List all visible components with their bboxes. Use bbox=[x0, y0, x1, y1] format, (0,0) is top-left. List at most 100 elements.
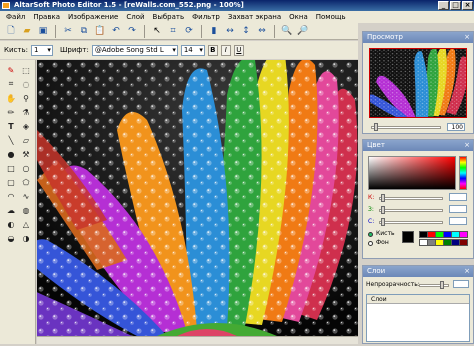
app-icon bbox=[2, 2, 10, 9]
close-button[interactable]: × bbox=[462, 1, 473, 10]
line-tool-icon[interactable]: ╲ bbox=[4, 134, 18, 146]
rounded-rect-tool-icon[interactable]: ▢ bbox=[4, 176, 18, 188]
toolbar-separator bbox=[274, 24, 275, 38]
preview-zoom-field[interactable]: 100 bbox=[447, 123, 465, 131]
opacity-slider-thumb[interactable] bbox=[440, 281, 444, 289]
menu-file[interactable]: Файл bbox=[6, 13, 25, 21]
menu-filter[interactable]: Фильтр bbox=[192, 13, 220, 21]
close-icon[interactable]: × bbox=[464, 32, 470, 43]
green-slider-thumb[interactable] bbox=[381, 206, 385, 214]
zoom-in-icon[interactable]: 🔍 bbox=[280, 24, 294, 38]
blue-slider-thumb[interactable] bbox=[381, 218, 385, 226]
sharpen-tool-icon[interactable]: △ bbox=[19, 218, 33, 230]
layers-title: Слои bbox=[367, 267, 386, 275]
underline-button[interactable]: U bbox=[233, 44, 244, 56]
rectangle-tool-icon[interactable]: □ bbox=[4, 162, 18, 174]
menu-edit[interactable]: Правка bbox=[33, 13, 60, 21]
pencil-tool-icon[interactable]: ✏ bbox=[4, 106, 18, 118]
menu-select[interactable]: Выбрать bbox=[153, 13, 185, 21]
copy-icon[interactable]: ⧉ bbox=[77, 24, 91, 38]
ellipse-tool-icon[interactable]: ○ bbox=[19, 162, 33, 174]
dodge-tool-icon[interactable]: ◐ bbox=[4, 218, 18, 230]
menu-screen-capture[interactable]: Захват экрана bbox=[228, 13, 281, 21]
paste-icon[interactable]: 📋 bbox=[93, 24, 107, 38]
green-label: З: bbox=[368, 206, 374, 213]
opacity-slider[interactable] bbox=[419, 281, 449, 289]
stamp-tool-icon[interactable]: ⚒ bbox=[19, 148, 33, 160]
brush-radio-label: Кисть bbox=[376, 230, 395, 237]
replace-color-tool-icon[interactable]: ◑ bbox=[19, 232, 33, 244]
open-folder-icon[interactable]: ▰ bbox=[20, 24, 34, 38]
background-radio[interactable] bbox=[368, 241, 373, 246]
crop-icon[interactable]: ⌗ bbox=[166, 24, 180, 38]
close-icon[interactable]: × bbox=[464, 266, 470, 277]
close-icon[interactable]: × bbox=[464, 140, 470, 151]
blue-slider[interactable] bbox=[379, 218, 443, 226]
brush-size-select[interactable]: 1 bbox=[30, 44, 53, 56]
undo-icon[interactable]: ↶ bbox=[109, 24, 123, 38]
save-icon[interactable]: ▣ bbox=[36, 24, 50, 38]
new-file-icon[interactable]: 🗋 bbox=[4, 24, 18, 38]
current-color-swatch[interactable] bbox=[402, 231, 414, 243]
green-slider[interactable] bbox=[379, 206, 443, 214]
menu-image[interactable]: Изображение bbox=[68, 13, 118, 21]
bold-button[interactable]: B bbox=[207, 44, 218, 56]
photo-image bbox=[37, 60, 358, 336]
image-canvas[interactable] bbox=[37, 60, 358, 336]
brush-radio[interactable] bbox=[368, 232, 373, 237]
flip-horizontal-icon[interactable]: ▮ bbox=[207, 24, 221, 38]
font-size-select[interactable]: 14 bbox=[180, 44, 205, 56]
preview-zoom-slider[interactable] bbox=[371, 123, 441, 131]
rect-select-tool-icon[interactable]: ⬚ bbox=[19, 64, 33, 76]
red-value-field[interactable] bbox=[449, 193, 467, 201]
menu-help[interactable]: Помощь bbox=[316, 13, 346, 21]
curve-tool-icon[interactable]: ∿ bbox=[19, 190, 33, 202]
font-select[interactable]: @Adobe Song Std L bbox=[91, 44, 178, 56]
eyedropper-tool-icon[interactable]: ⚗ bbox=[19, 106, 33, 118]
layers-list[interactable]: Слои bbox=[366, 294, 470, 342]
zoom-out-icon[interactable]: 🔎 bbox=[296, 24, 310, 38]
opacity-value-field[interactable] bbox=[453, 280, 469, 288]
brush-tool-icon[interactable]: ✎ bbox=[4, 64, 18, 76]
preview-zoom-thumb[interactable] bbox=[374, 123, 378, 131]
red-slider-thumb[interactable] bbox=[381, 194, 385, 202]
minimize-button[interactable]: _ bbox=[438, 1, 449, 10]
green-value-field[interactable] bbox=[449, 205, 467, 213]
rotate-icon[interactable]: ⟳ bbox=[182, 24, 196, 38]
blur-tool-icon[interactable]: ◍ bbox=[19, 204, 33, 216]
smudge-tool-icon[interactable]: ☁ bbox=[4, 204, 18, 216]
magnifier-tool-icon[interactable]: ⚲ bbox=[19, 92, 33, 104]
blue-value-field[interactable] bbox=[449, 217, 467, 225]
menu-layer[interactable]: Слой bbox=[126, 13, 144, 21]
color-title: Цвет bbox=[367, 141, 385, 149]
color-panel-header: Цвет × bbox=[363, 140, 473, 151]
fill-tool-icon[interactable]: ◈ bbox=[19, 120, 33, 132]
color-spectrum[interactable] bbox=[368, 156, 456, 190]
shape-tool-icon[interactable]: ● bbox=[4, 148, 18, 160]
red-slider[interactable] bbox=[379, 194, 443, 202]
hue-slider[interactable] bbox=[459, 156, 467, 190]
maximize-button[interactable]: □ bbox=[450, 1, 461, 10]
hand-tool-icon[interactable]: ✋ bbox=[4, 92, 18, 104]
canvas-horizontal-scrollbar[interactable] bbox=[37, 336, 358, 344]
lasso-tool-icon[interactable]: ◌ bbox=[19, 78, 33, 90]
stretch-icon[interactable]: ⇔ bbox=[255, 24, 269, 38]
pointer-icon[interactable]: ↖ bbox=[150, 24, 164, 38]
sponge-tool-icon[interactable]: ◒ bbox=[4, 232, 18, 244]
preview-panel: Просмотр × 100 bbox=[362, 31, 474, 134]
italic-button[interactable]: I bbox=[220, 44, 231, 56]
toolbar-separator bbox=[144, 24, 145, 38]
arc-tool-icon[interactable]: ◠ bbox=[4, 190, 18, 202]
crop-tool-icon[interactable]: ⌗ bbox=[4, 78, 18, 90]
palette-swatch[interactable] bbox=[459, 239, 468, 246]
text-tool-icon[interactable]: T bbox=[4, 120, 18, 132]
eraser-tool-icon[interactable]: ▱ bbox=[19, 134, 33, 146]
redo-icon[interactable]: ↷ bbox=[125, 24, 139, 38]
preview-thumbnail[interactable] bbox=[369, 48, 467, 118]
flip-icon[interactable]: ↔ bbox=[223, 24, 237, 38]
menu-windows[interactable]: Окна bbox=[289, 13, 308, 21]
polygon-tool-icon[interactable]: ⬠ bbox=[19, 176, 33, 188]
palette-swatch[interactable] bbox=[459, 231, 468, 238]
resize-icon[interactable]: ↕ bbox=[239, 24, 253, 38]
cut-icon[interactable]: ✂ bbox=[61, 24, 75, 38]
